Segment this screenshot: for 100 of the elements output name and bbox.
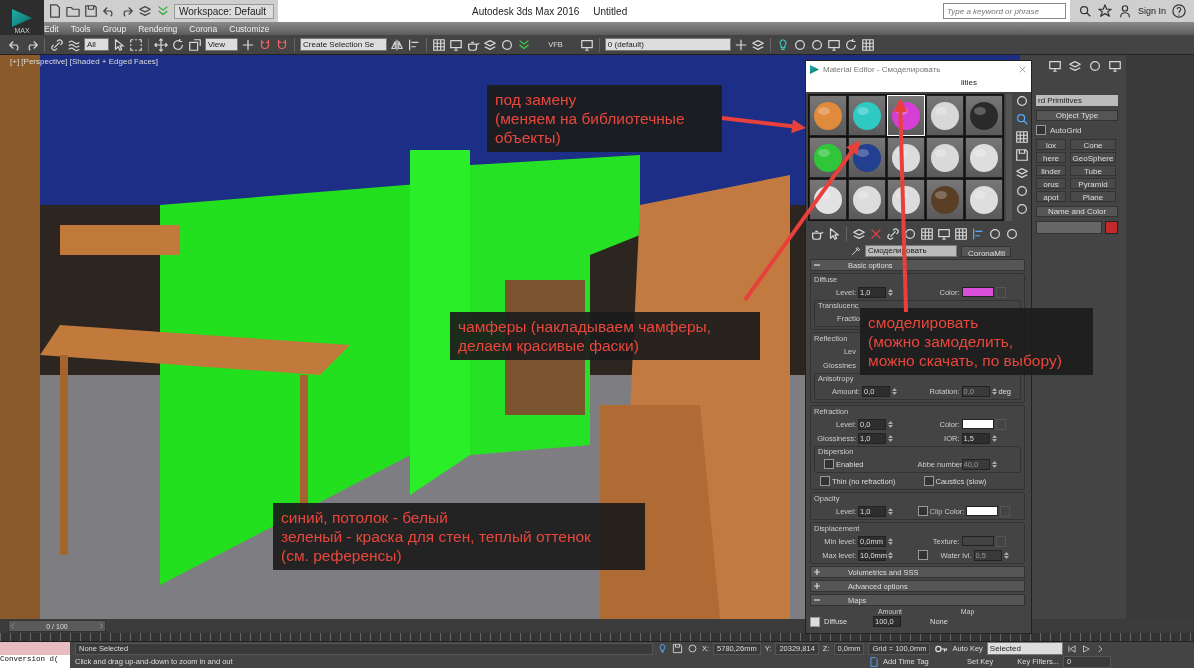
spinner-arrows-icon[interactable] (1003, 550, 1009, 560)
object-type-button[interactable]: linder (1036, 165, 1066, 176)
eyedropper-icon[interactable] (850, 245, 861, 257)
spinner-arrows-icon[interactable] (888, 433, 893, 443)
sample-slot[interactable] (809, 137, 847, 178)
checkbox[interactable] (917, 506, 928, 516)
grid-icon[interactable] (1015, 130, 1029, 144)
spinner-arrows-icon[interactable] (888, 506, 893, 516)
search-icon[interactable] (1077, 4, 1092, 18)
checkbox[interactable] (810, 616, 820, 627)
monitor-icon[interactable] (1048, 59, 1062, 73)
spinner-arrows-icon[interactable] (888, 287, 893, 297)
grid-icon[interactable] (954, 227, 968, 241)
waves-icon[interactable] (67, 37, 81, 52)
object-type-button[interactable]: Plane (1070, 191, 1116, 202)
menu-item[interactable]: Tools (70, 23, 103, 34)
coordinate-system-dropdown[interactable]: View (204, 38, 239, 51)
play-icon[interactable] (1080, 643, 1091, 654)
layers-icon[interactable] (750, 37, 765, 52)
workspace-dropdown[interactable]: Workspace: Default (174, 3, 274, 19)
monitor-icon[interactable] (449, 37, 464, 52)
checkbox[interactable] (820, 476, 830, 486)
menu-item[interactable]: Customize (229, 23, 282, 34)
layers-icon[interactable] (852, 227, 866, 241)
layers-icon[interactable] (1015, 166, 1029, 180)
layers-icon[interactable] (1068, 59, 1082, 73)
checkbox[interactable] (824, 459, 834, 469)
color-swatch[interactable] (961, 536, 994, 546)
name-field[interactable] (1036, 221, 1102, 234)
spinner-arrows-icon[interactable] (888, 419, 893, 429)
bulb-icon[interactable] (657, 643, 668, 654)
folder-icon[interactable] (66, 4, 80, 18)
rotate-icon[interactable] (170, 37, 185, 52)
spinner-arrows-icon[interactable] (991, 433, 997, 443)
sample-slot[interactable] (809, 95, 847, 136)
mirror-icon[interactable] (390, 37, 405, 52)
rollout-header[interactable]: Name and Color (1036, 206, 1118, 217)
plus-icon[interactable] (733, 37, 748, 52)
scale-icon[interactable] (187, 37, 202, 52)
object-type-button[interactable]: Pyramid (1070, 178, 1116, 189)
plus-icon[interactable] (241, 37, 256, 52)
monitor-icon[interactable] (1108, 59, 1122, 73)
object-type-button[interactable]: orus (1036, 178, 1066, 189)
move-icon[interactable] (153, 37, 168, 52)
person-icon[interactable] (1117, 4, 1132, 18)
checkbox[interactable] (1036, 125, 1046, 135)
undo-icon[interactable] (102, 4, 116, 18)
object-type-button[interactable]: lox (1036, 139, 1066, 150)
layers-icon[interactable] (138, 4, 152, 18)
sample-slot[interactable] (965, 179, 1003, 220)
link-icon[interactable] (886, 227, 900, 241)
key-mode-dropdown[interactable]: Selected (986, 642, 1063, 655)
sign-in-link[interactable]: Sign In (1137, 6, 1166, 16)
grid-icon[interactable] (860, 37, 875, 52)
chevrons-icon[interactable] (517, 37, 532, 52)
object-type-button[interactable]: Cone (1070, 139, 1116, 150)
save-icon[interactable] (84, 4, 98, 18)
spinner-arrows-icon[interactable] (991, 459, 997, 469)
object-type-button[interactable]: Tube (1070, 165, 1116, 176)
object-type-button[interactable]: here (1036, 152, 1066, 163)
search-icon[interactable] (1015, 112, 1029, 126)
checkbox[interactable] (923, 476, 934, 486)
search-field[interactable]: Type a keyword or phrase (942, 3, 1066, 19)
rollout-header[interactable]: Object Type (1036, 110, 1118, 121)
sample-slot[interactable] (965, 137, 1003, 178)
skip-icon[interactable] (1066, 643, 1077, 654)
doc-icon[interactable] (869, 656, 879, 667)
selection-set-dropdown[interactable]: Create Selection Se (300, 38, 388, 51)
layer-dropdown[interactable]: 0 (default) (604, 38, 731, 51)
object-type-button[interactable]: GeoSphere (1070, 152, 1116, 163)
menu-item[interactable]: Rendering (138, 23, 190, 34)
menu-item[interactable]: lities (961, 78, 977, 87)
spinner-arrows-icon[interactable] (888, 550, 893, 560)
grid-icon[interactable] (432, 37, 447, 52)
star-icon[interactable] (1097, 4, 1112, 18)
rotate-icon[interactable] (843, 37, 858, 52)
redo-icon[interactable] (120, 4, 134, 18)
color-swatch[interactable] (961, 287, 994, 297)
spinner-arrows-icon[interactable] (892, 386, 897, 396)
viewport-label[interactable]: [+] [Perspective] [Shaded + Edged Faces] (10, 57, 159, 66)
sample-slot[interactable] (926, 95, 964, 136)
sample-slot[interactable] (848, 95, 886, 136)
menu-item[interactable]: Corona (189, 23, 230, 34)
menu-item[interactable]: Edit (44, 23, 71, 34)
sample-slot[interactable] (926, 137, 964, 178)
align-icon[interactable] (971, 227, 985, 241)
spinner-arrows-icon[interactable] (991, 386, 997, 396)
script-listener-field[interactable] (0, 642, 70, 655)
material-type-button[interactable]: CoronaMtl (961, 245, 1011, 257)
cross-icon[interactable] (1018, 65, 1027, 74)
menu-item[interactable]: Group (102, 23, 139, 34)
monitor-icon[interactable] (579, 37, 594, 52)
doc-icon[interactable] (48, 4, 62, 18)
color-swatch[interactable] (961, 419, 994, 429)
object-type-button[interactable]: apot (1036, 191, 1066, 202)
help-icon[interactable] (1172, 4, 1186, 18)
cursor-icon[interactable] (827, 227, 841, 241)
category-dropdown[interactable]: rd Primitives (1036, 95, 1118, 106)
layers-icon[interactable] (483, 37, 498, 52)
monitor-icon[interactable] (937, 227, 951, 241)
